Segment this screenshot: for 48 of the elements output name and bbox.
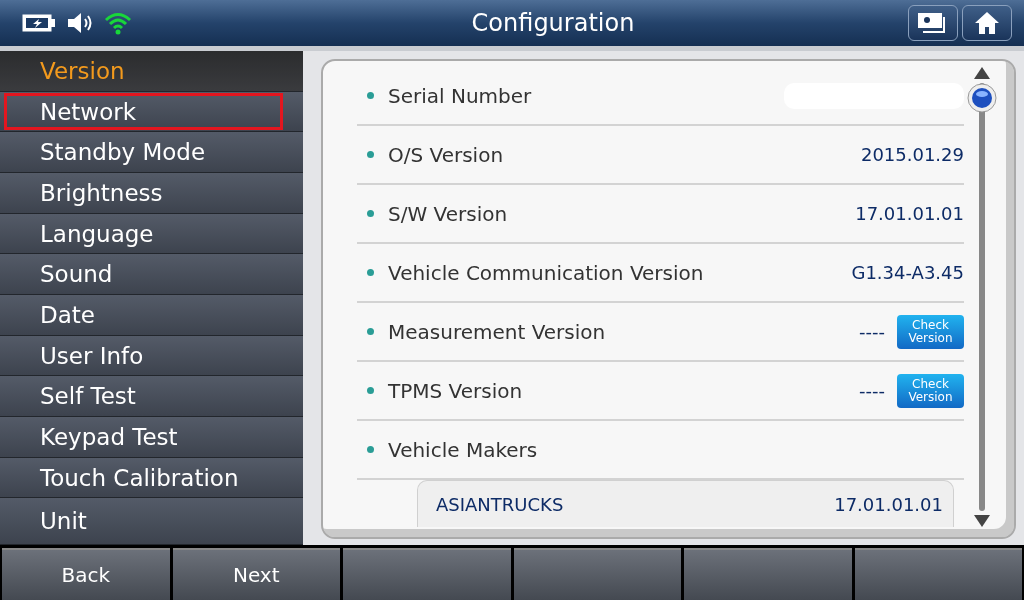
battery-icon xyxy=(22,14,56,32)
footer-button[interactable]: Next xyxy=(172,548,340,600)
row-value: ---- xyxy=(859,380,885,401)
row-value: 2015.01.29 xyxy=(860,144,964,165)
row-value: ---- xyxy=(859,321,885,342)
maker-name: ASIANTRUCKS xyxy=(436,493,564,515)
check-version-button[interactable]: Check Version xyxy=(897,373,964,408)
maker-row[interactable]: ASIANTRUCKS 17.01.01.01 xyxy=(417,480,954,527)
scroll-down-icon[interactable] xyxy=(974,515,990,527)
home-button[interactable] xyxy=(962,5,1012,41)
sidebar-item[interactable]: Date xyxy=(0,295,303,336)
sidebar-item[interactable]: Network xyxy=(0,91,303,133)
sidebar-item[interactable]: Sound xyxy=(0,254,303,296)
window-title: Configuration xyxy=(470,9,636,37)
row-label: Measurement Version xyxy=(388,319,607,344)
row-label: S/W Version xyxy=(388,201,509,226)
screenshot-button[interactable] xyxy=(908,5,958,41)
scroll-up-icon[interactable] xyxy=(974,67,990,79)
wifi-icon xyxy=(104,11,132,35)
bullet-icon xyxy=(367,92,374,99)
bullet-icon xyxy=(367,328,374,335)
scroll-thumb[interactable] xyxy=(967,83,997,113)
row-value: G1.34-A3.45 xyxy=(851,262,964,283)
row-label: Serial Number xyxy=(388,83,533,108)
sidebar-item[interactable]: Touch Calibration xyxy=(0,457,303,499)
row-label: Vehicle Communication Version xyxy=(388,260,705,285)
bullet-icon xyxy=(367,446,374,453)
sidebar-item[interactable]: Keypad Test xyxy=(0,417,303,458)
footer-button[interactable]: Back xyxy=(2,548,170,600)
sidebar-item[interactable]: User Info xyxy=(0,335,303,377)
bullet-icon xyxy=(367,387,374,394)
home-icon xyxy=(973,10,1001,36)
sidebar-item[interactable]: Unit xyxy=(0,498,303,545)
check-version-button[interactable]: Check Version xyxy=(897,314,964,349)
row-label: TPMS Version xyxy=(388,378,524,403)
row-value: 17.01.01.01 xyxy=(855,203,964,224)
bullet-icon xyxy=(367,210,374,217)
row-label: O/S Version xyxy=(388,142,505,167)
maker-version: 17.01.01.01 xyxy=(834,493,943,515)
sidebar-item[interactable]: Standby Mode xyxy=(0,132,303,173)
bullet-icon xyxy=(367,269,374,276)
row-label: Vehicle Makers xyxy=(388,437,539,462)
sidebar-item[interactable]: Version xyxy=(0,51,303,92)
sidebar-item[interactable]: Self Test xyxy=(0,376,303,418)
sidebar-item[interactable]: Brightness xyxy=(0,173,303,214)
speaker-icon xyxy=(66,12,94,34)
bullet-icon xyxy=(367,151,374,158)
sidebar-item[interactable]: Language xyxy=(0,213,303,255)
